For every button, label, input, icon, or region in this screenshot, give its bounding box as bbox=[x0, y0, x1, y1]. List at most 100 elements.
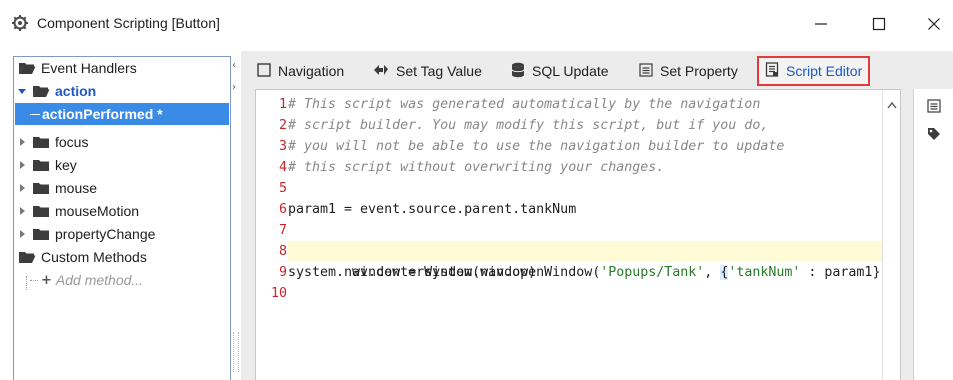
tree-connector bbox=[30, 113, 40, 115]
tree-connector bbox=[30, 279, 38, 281]
list-icon bbox=[927, 98, 941, 116]
property-icon bbox=[639, 62, 660, 80]
code-line-8[interactable]: window = system.nav.openWindow('Popups/T… bbox=[288, 241, 888, 280]
tree-label: Event Handlers bbox=[41, 60, 137, 76]
minimize-icon bbox=[814, 17, 828, 31]
script-editor[interactable]: 1 2 3 4 5 6 7 8 9 10 window = system.nav.openWind… bbox=[255, 89, 901, 380]
chevron-right-icon[interactable]: › bbox=[232, 82, 236, 93]
chevron-right-icon[interactable] bbox=[16, 159, 28, 171]
line-number: 7 bbox=[278, 223, 287, 238]
tree-label: mouseMotion bbox=[55, 203, 140, 219]
folder-icon bbox=[32, 204, 50, 218]
window-title: Component Scripting [Button] bbox=[37, 15, 220, 31]
chevron-right-icon[interactable] bbox=[16, 205, 28, 217]
tree-label: Custom Methods bbox=[41, 249, 147, 265]
tag-write-icon bbox=[373, 63, 396, 80]
minimize-button[interactable] bbox=[803, 10, 839, 38]
folder-open-icon bbox=[32, 84, 50, 98]
folder-open-icon bbox=[18, 250, 36, 264]
line-number: 2 bbox=[278, 118, 287, 133]
tree-connector bbox=[26, 276, 27, 290]
chevron-right-icon[interactable] bbox=[16, 136, 28, 148]
editor-side-toolbar bbox=[913, 89, 953, 380]
list-view-button[interactable] bbox=[924, 97, 944, 117]
folder-icon bbox=[32, 227, 50, 241]
tree-label: Add method... bbox=[55, 272, 144, 288]
panel-splitter[interactable]: ‹ › bbox=[231, 56, 241, 380]
builder-tabs: Navigation Set Tag Value SQL Update Set … bbox=[241, 51, 953, 89]
line-number: 8 bbox=[278, 244, 287, 259]
editor-scrollbar[interactable] bbox=[882, 90, 900, 380]
tab-sql-update[interactable]: SQL Update bbox=[505, 56, 615, 86]
tag-browser-button[interactable] bbox=[924, 125, 944, 145]
tab-label: SQL Update bbox=[532, 63, 609, 79]
tree-node-focus[interactable]: focus bbox=[16, 131, 88, 153]
folder-icon bbox=[32, 135, 50, 149]
code-text: : param1}) bbox=[800, 265, 889, 280]
tab-set-property[interactable]: Set Property bbox=[633, 56, 744, 86]
database-icon bbox=[511, 62, 532, 81]
tab-label: Set Property bbox=[660, 63, 738, 79]
tree-node-custom-methods[interactable]: Custom Methods bbox=[18, 246, 147, 268]
tree-node-action-performed[interactable]: actionPerformed * bbox=[15, 103, 229, 125]
tree-label: action bbox=[55, 83, 97, 99]
code-line-2[interactable]: # script builder. You may modify this sc… bbox=[288, 115, 768, 136]
code-line-4[interactable]: # this script without overwriting your c… bbox=[288, 157, 664, 178]
close-button[interactable] bbox=[916, 10, 952, 38]
code-line-6[interactable]: param1 = event.source.parent.tankNum bbox=[288, 199, 576, 220]
tree-label: actionPerformed * bbox=[42, 106, 163, 122]
splitter-grip[interactable] bbox=[233, 332, 239, 372]
line-number: 4 bbox=[278, 160, 287, 175]
plus-icon: + bbox=[41, 272, 52, 288]
folder-icon bbox=[32, 181, 50, 195]
chevron-left-icon[interactable]: ‹ bbox=[232, 60, 236, 71]
tree-node-propertychange[interactable]: propertyChange bbox=[16, 223, 155, 245]
title-bar: Component Scripting [Button] bbox=[0, 0, 953, 48]
tree-label: mouse bbox=[55, 180, 98, 196]
tree-label: propertyChange bbox=[55, 226, 156, 242]
code-line-3[interactable]: # you will not be able to use the naviga… bbox=[288, 136, 784, 157]
line-number: 5 bbox=[278, 181, 287, 196]
tab-navigation[interactable]: Navigation bbox=[251, 56, 350, 86]
event-handler-tree[interactable]: Event Handlers action actionPerformed * … bbox=[13, 56, 231, 380]
window-icon bbox=[257, 62, 278, 80]
tag-icon bbox=[927, 127, 941, 144]
tree-node-action[interactable]: action bbox=[16, 80, 96, 102]
code-line-1[interactable]: # This script was generated automaticall… bbox=[288, 94, 760, 115]
script-builder-panel: Navigation Set Tag Value SQL Update Set … bbox=[241, 51, 953, 380]
line-number: 10 bbox=[270, 286, 287, 301]
folder-open-icon bbox=[18, 61, 36, 75]
chevron-up-icon[interactable] bbox=[887, 96, 897, 112]
tab-label: Set Tag Value bbox=[396, 63, 482, 79]
chevron-down-icon[interactable] bbox=[16, 85, 28, 97]
maximize-icon bbox=[872, 17, 886, 31]
code-line-9[interactable]: system.nav.centerWindow(window) bbox=[288, 262, 536, 283]
tree-label: key bbox=[55, 157, 77, 173]
tab-label: Navigation bbox=[278, 63, 345, 79]
tab-set-tag-value[interactable]: Set Tag Value bbox=[367, 56, 488, 86]
chevron-right-icon[interactable] bbox=[16, 228, 28, 240]
folder-icon bbox=[32, 158, 50, 172]
tab-label: Script Editor bbox=[786, 63, 863, 79]
line-number: 3 bbox=[278, 139, 287, 154]
script-icon bbox=[765, 62, 786, 80]
string-literal: 'Popups/Tank' bbox=[600, 265, 705, 280]
code-text: , bbox=[704, 265, 721, 280]
line-number: 1 bbox=[278, 97, 287, 112]
tree-node-mouse[interactable]: mouse bbox=[16, 177, 97, 199]
gear-script-icon bbox=[11, 14, 29, 32]
close-icon bbox=[927, 17, 941, 31]
chevron-right-icon[interactable] bbox=[16, 182, 28, 194]
string-literal: 'tankNum' bbox=[728, 265, 801, 280]
tree-label: focus bbox=[55, 134, 89, 150]
tree-node-mousemotion[interactable]: mouseMotion bbox=[16, 200, 139, 222]
tab-script-editor[interactable]: Script Editor bbox=[757, 56, 871, 86]
code-area[interactable]: window = system.nav.openWindow('Popups/T… bbox=[288, 90, 888, 380]
maximize-button[interactable] bbox=[861, 10, 897, 38]
tree-node-key[interactable]: key bbox=[16, 154, 77, 176]
line-number-gutter: 1 2 3 4 5 6 7 8 9 10 bbox=[256, 90, 288, 380]
tree-node-event-handlers[interactable]: Event Handlers bbox=[18, 57, 137, 79]
line-number: 9 bbox=[278, 265, 287, 280]
line-number: 6 bbox=[278, 202, 287, 217]
add-method-item[interactable]: + Add method... bbox=[30, 269, 143, 291]
